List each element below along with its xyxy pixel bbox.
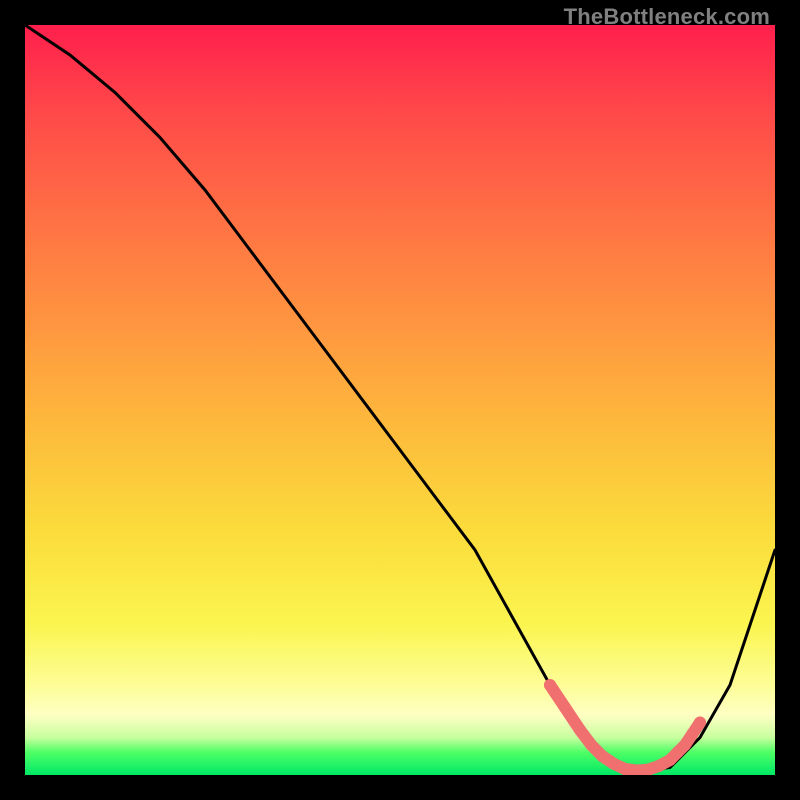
minimum-dot: [619, 763, 631, 775]
minimum-dot: [597, 750, 609, 762]
watermark-text: TheBottleneck.com: [564, 4, 770, 30]
minimum-dots: [544, 679, 706, 775]
minimum-dot: [544, 679, 556, 691]
minimum-dot: [687, 728, 699, 740]
minimum-dot: [559, 702, 571, 714]
minimum-dot: [653, 760, 665, 772]
minimum-dot: [679, 739, 691, 751]
chart-frame: [25, 25, 775, 775]
minimum-dot: [574, 724, 586, 736]
minimum-dot: [608, 758, 620, 770]
bottleneck-curve: [25, 25, 775, 771]
minimum-dot: [694, 717, 706, 729]
minimum-dot: [585, 739, 597, 751]
chart-svg: [25, 25, 775, 775]
